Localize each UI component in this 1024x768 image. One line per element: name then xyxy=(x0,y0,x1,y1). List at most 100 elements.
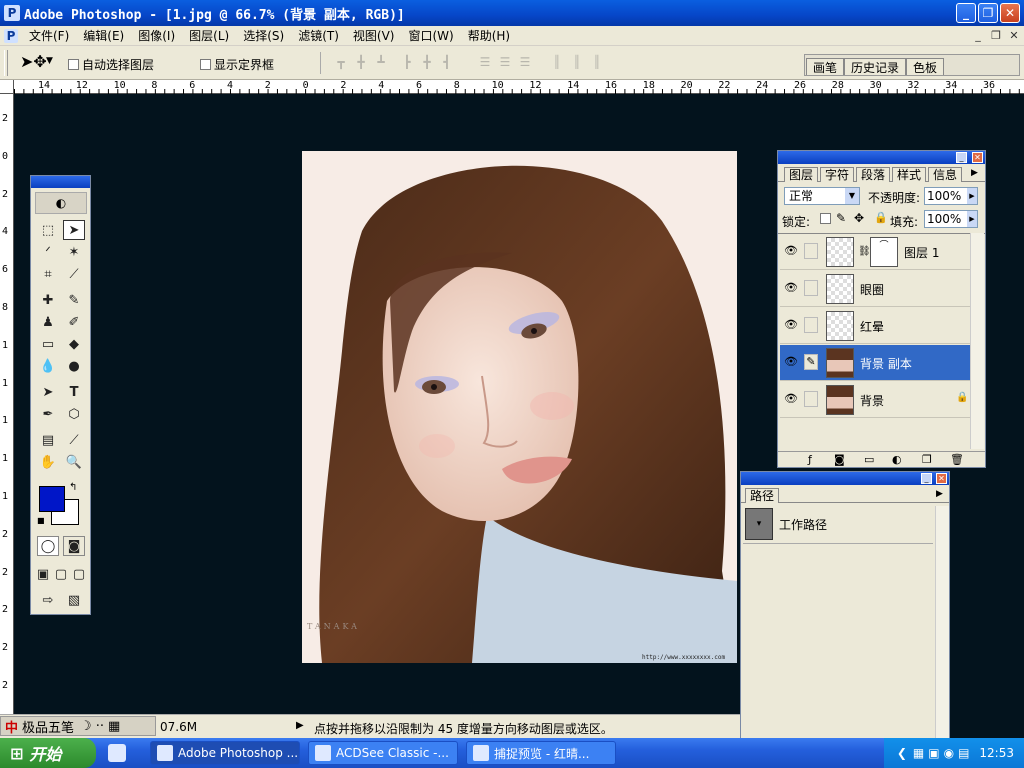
shape-tool-icon[interactable]: ⬡ xyxy=(63,404,85,424)
eye-icon[interactable]: 👁 xyxy=(784,318,798,332)
link-cell[interactable] xyxy=(804,317,818,333)
tab-character[interactable]: 字符 xyxy=(820,167,855,182)
tab-layers[interactable]: 图层 xyxy=(784,167,819,182)
ime-keyboard-icon[interactable]: ▦ xyxy=(108,719,120,734)
path-row[interactable]: ▾ 工作路径 xyxy=(743,506,933,544)
path-selection-tool-icon[interactable]: ➤ xyxy=(37,382,59,402)
move-tool-icon[interactable]: ➤✥ xyxy=(20,52,47,71)
menu-filter[interactable]: 滤镜(T) xyxy=(291,27,346,44)
eyedropper-tool-icon[interactable]: ⟋ xyxy=(63,430,85,450)
layer-row[interactable]: 👁 眼圈 xyxy=(780,271,970,307)
add-mask-icon[interactable]: ◙ xyxy=(834,453,845,466)
imageready-icon[interactable]: ▧ xyxy=(63,590,85,610)
lock-pixels-icon[interactable]: ✎ xyxy=(836,211,846,225)
layers-scrollbar[interactable] xyxy=(970,233,984,449)
quick-mask-mode-icon[interactable]: ◙ xyxy=(63,536,85,556)
well-tab-brushes[interactable]: 画笔 xyxy=(806,58,845,75)
tab-paths[interactable]: 路径 xyxy=(745,488,780,503)
ime-punct-icon[interactable]: ·· xyxy=(96,719,104,734)
document-icon[interactable]: P xyxy=(4,28,18,43)
menu-image[interactable]: 图像(I) xyxy=(131,27,182,44)
align-right-icon[interactable]: ┫ xyxy=(438,55,456,69)
lock-all-icon[interactable]: 🔒 xyxy=(874,211,888,224)
menu-file[interactable]: 文件(F) xyxy=(22,27,76,44)
clone-stamp-tool-icon[interactable]: ♟ xyxy=(37,312,59,332)
fill-field[interactable]: 100% ▶ xyxy=(924,210,978,228)
doc-close-button[interactable]: ✕ xyxy=(1006,28,1022,42)
move-tool-icon[interactable]: ➤ xyxy=(63,220,85,240)
align-hcenter-icon[interactable]: ╋ xyxy=(418,55,436,69)
brush-tool-icon[interactable]: ✎ xyxy=(63,290,85,310)
tray-expand-icon[interactable]: ❮ xyxy=(897,746,907,760)
distribute-right-icon[interactable]: ║ xyxy=(588,55,606,69)
eye-icon[interactable]: 👁 xyxy=(784,355,798,369)
dodge-tool-icon[interactable]: ● xyxy=(63,356,85,376)
type-tool-icon[interactable]: T xyxy=(63,382,85,402)
history-brush-tool-icon[interactable]: ✐ xyxy=(63,312,85,332)
layer-row[interactable]: 👁 红晕 xyxy=(780,308,970,344)
marquee-tool-icon[interactable]: ⬚ xyxy=(37,220,59,240)
minimize-button[interactable]: _ xyxy=(956,3,976,23)
adobe-online-icon[interactable]: ◐ xyxy=(35,192,87,214)
doc-minimize-button[interactable]: _ xyxy=(970,28,986,42)
lock-transparency-icon[interactable] xyxy=(820,213,831,224)
layer-row-selected[interactable]: 👁 ✎ 背景 副本 xyxy=(780,345,970,381)
slice-tool-icon[interactable]: ⟋ xyxy=(63,264,85,284)
document-canvas[interactable]: TANAKA http://www.xxxxxxxx.com xyxy=(302,151,737,663)
play-arrow-icon[interactable]: ▶ xyxy=(296,720,304,731)
align-left-icon[interactable]: ┣ xyxy=(398,55,416,69)
crop-tool-icon[interactable]: ⌗ xyxy=(37,264,59,284)
menu-view[interactable]: 视图(V) xyxy=(346,27,402,44)
distribute-top-icon[interactable]: ☰ xyxy=(476,55,494,69)
toolbox-titlebar[interactable] xyxy=(31,176,90,188)
restore-button[interactable]: ❐ xyxy=(978,3,998,23)
healing-brush-tool-icon[interactable]: ✚ xyxy=(37,290,59,310)
menu-help[interactable]: 帮助(H) xyxy=(461,27,517,44)
doc-restore-button[interactable]: ❐ xyxy=(988,28,1004,42)
tab-paragraph[interactable]: 段落 xyxy=(856,167,891,182)
align-top-icon[interactable]: ┳ xyxy=(332,55,350,69)
opacity-field[interactable]: 100% ▶ xyxy=(924,187,978,205)
menu-layer[interactable]: 图层(L) xyxy=(182,27,236,44)
checkbox-box[interactable] xyxy=(200,59,211,70)
link-cell[interactable] xyxy=(804,391,818,407)
tab-info[interactable]: 信息 xyxy=(928,167,963,182)
menu-select[interactable]: 选择(S) xyxy=(236,27,291,44)
layer-row[interactable]: 👁 ⛓ ⌒ 图层 1 xyxy=(780,234,970,270)
show-bounds-checkbox[interactable]: 显示定界框 xyxy=(200,56,274,73)
panel-menu-icon[interactable]: ▶ xyxy=(971,168,978,178)
layer-mask-thumbnail[interactable]: ⌒ xyxy=(870,237,898,267)
align-bottom-icon[interactable]: ┻ xyxy=(372,55,390,69)
zoom-tool-icon[interactable]: 🔍 xyxy=(63,452,85,472)
window-titlebar[interactable]: P Adobe Photoshop - [1.jpg @ 66.7% (背景 副… xyxy=(0,0,1024,26)
distribute-bottom-icon[interactable]: ☰ xyxy=(516,55,534,69)
panel-menu-icon[interactable]: ▶ xyxy=(936,489,943,499)
jump-to-imageready-icon[interactable]: ⇨ xyxy=(37,590,59,610)
menu-edit[interactable]: 编辑(E) xyxy=(76,27,131,44)
horizontal-ruler[interactable]: 14 12 10 8 6 4 2 0 2 4 6 8 10 12 14 16 18 20 22 24 26 28 30 32 3… xyxy=(0,80,1024,94)
screen-mode-full-icon[interactable]: ▢ xyxy=(71,564,87,584)
ruler-origin[interactable] xyxy=(0,80,14,94)
new-layer-icon[interactable]: ❐ xyxy=(922,453,932,466)
paint-bucket-tool-icon[interactable]: ◆ xyxy=(63,334,85,354)
lock-position-icon[interactable]: ✥ xyxy=(854,211,864,225)
tray-network-icon[interactable]: ▤ xyxy=(958,746,969,760)
task-acdsee[interactable]: ACDSee Classic -... xyxy=(308,741,458,765)
lasso-tool-icon[interactable]: ᐟ xyxy=(37,242,59,262)
eye-icon[interactable]: 👁 xyxy=(784,244,798,258)
close-button[interactable]: ✕ xyxy=(1000,3,1020,23)
opacity-slider-icon[interactable]: ▶ xyxy=(967,188,977,204)
blend-mode-select[interactable]: 正常 ▼ xyxy=(784,187,860,205)
tray-monitor-icon[interactable]: ▣ xyxy=(928,746,939,760)
well-tab-swatches[interactable]: 色板 xyxy=(906,58,945,75)
pen-tool-icon[interactable]: ✒ xyxy=(37,404,59,424)
new-set-icon[interactable]: ▭ xyxy=(864,453,874,466)
clock[interactable]: 12:53 xyxy=(979,746,1014,760)
task-capture[interactable]: 捕捉预览 - 红晴... xyxy=(466,741,616,765)
menu-window[interactable]: 窗口(W) xyxy=(401,27,460,44)
distribute-vcenter-icon[interactable]: ☰ xyxy=(496,55,514,69)
swap-colors-icon[interactable]: ↰ xyxy=(69,482,77,493)
task-photoshop[interactable]: Adobe Photoshop ... xyxy=(150,741,300,765)
default-colors-icon[interactable]: ■ xyxy=(37,516,45,525)
eraser-tool-icon[interactable]: ▭ xyxy=(37,334,59,354)
